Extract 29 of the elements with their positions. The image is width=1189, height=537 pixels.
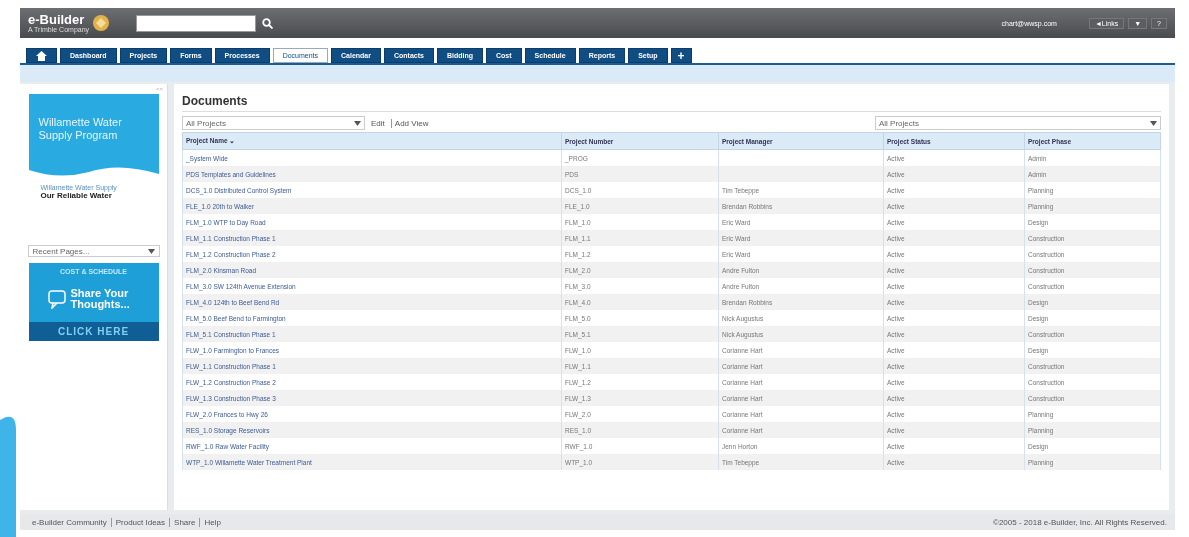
program-title: Willamette Water Supply Program: [38, 116, 123, 142]
add-tab[interactable]: +: [670, 48, 692, 63]
footer-link[interactable]: e-Builder Community: [28, 517, 111, 527]
speech-bubble-icon: [46, 288, 67, 309]
program-tagline: Our Reliable Water: [39, 191, 112, 200]
home-tab[interactable]: [26, 48, 57, 63]
recent-pages-select[interactable]: Recent Pages...: [27, 245, 160, 257]
view-link[interactable]: Add View: [390, 118, 432, 128]
project-filter-select[interactable]: All Projects: [875, 116, 1161, 130]
search-field[interactable]: [136, 14, 256, 32]
dropdown-caret-icon: [1150, 120, 1157, 126]
view-select[interactable]: All Projects: [182, 116, 365, 130]
dropdown-caret-icon: [354, 120, 361, 126]
select-value: All Projects: [879, 118, 919, 128]
search-button[interactable]: [260, 17, 275, 29]
select-value: Recent Pages...: [32, 246, 90, 256]
logo-text: e-Builder: [28, 13, 86, 26]
banner-action: CLICK HERE: [28, 322, 159, 341]
page-title: Documents: [182, 90, 1161, 112]
footer-link[interactable]: Share: [169, 517, 200, 527]
view-link[interactable]: Edit: [368, 118, 388, 128]
select-value: All Projects: [186, 118, 226, 128]
banner-title: Share Your Thoughts...: [70, 287, 131, 310]
copyright-text: ©2005 - 2018 e-Builder, Inc. All Rights Reserved.: [993, 517, 1167, 527]
search-icon: [262, 17, 273, 29]
dropdown-caret-icon: [147, 248, 155, 254]
footer-link[interactable]: Help: [199, 517, 225, 527]
home-icon: [36, 50, 47, 61]
footer-link[interactable]: Product Ideas: [110, 517, 170, 527]
